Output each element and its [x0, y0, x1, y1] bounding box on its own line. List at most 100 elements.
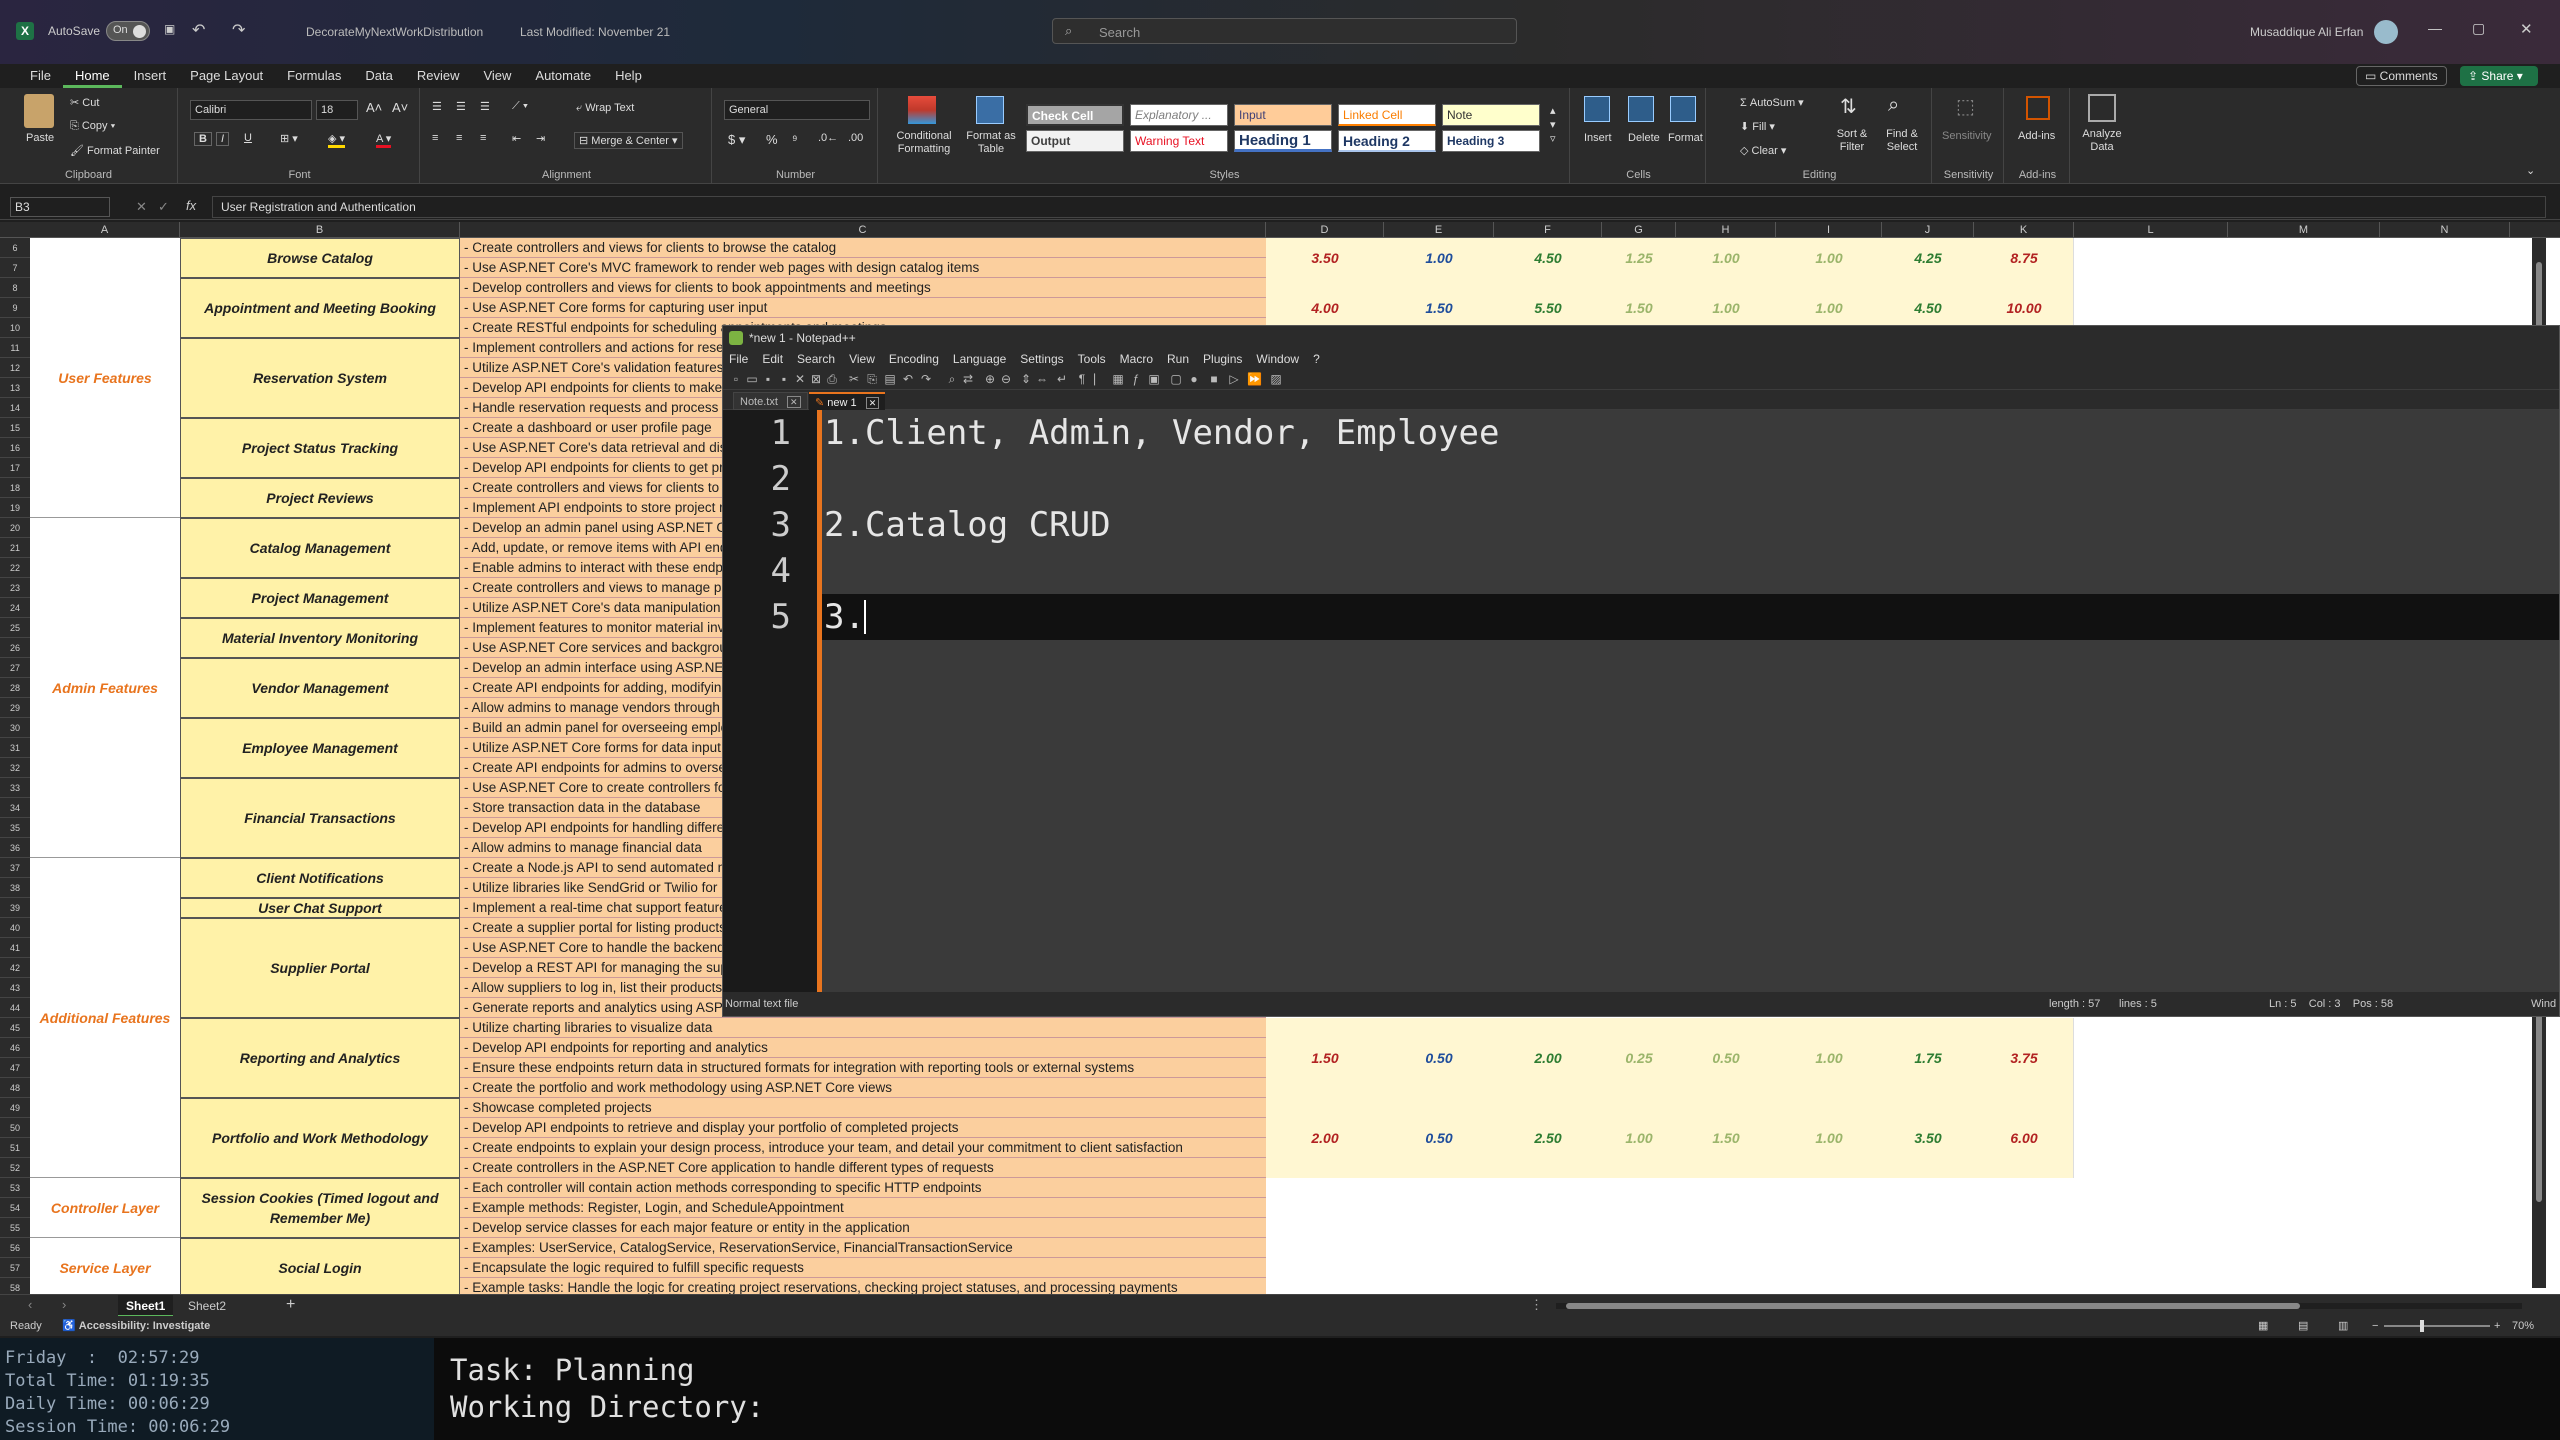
close-tab-icon[interactable]: ✕ [786, 396, 801, 408]
category-cell[interactable]: Admin Features [30, 518, 180, 858]
close-all-icon[interactable]: ⊠ [809, 372, 823, 386]
description-cell[interactable]: - Create controllers in the ASP.NET Core… [460, 1158, 1266, 1178]
find-select-icon[interactable]: ⌕ [1888, 94, 1899, 117]
redo-icon[interactable]: ↷ [232, 20, 245, 40]
autosum-button[interactable]: Σ AutoSum ▾ [1740, 96, 1804, 109]
description-cell[interactable]: - Ensure these endpoints return data in … [460, 1058, 1266, 1078]
formula-cancel-icon[interactable]: ✕ [136, 199, 147, 215]
category-cell[interactable]: Additional Features [30, 858, 180, 1178]
addins-button[interactable]: Add-ins [2018, 130, 2055, 142]
number-cell[interactable]: 0.50 [1676, 1048, 1776, 1068]
row-header[interactable]: 16 [0, 438, 30, 458]
conditional-formatting-icon[interactable] [908, 96, 936, 124]
feature-cell[interactable]: Material Inventory Monitoring [180, 618, 460, 658]
sensitivity-icon[interactable]: ⬚ [1956, 94, 1975, 119]
tab-page-layout[interactable]: Page Layout [178, 64, 275, 88]
font-size-select[interactable]: 18 [316, 100, 358, 120]
row-header[interactable]: 15 [0, 418, 30, 438]
tab-new-1[interactable]: ✎ new 1 ✕ [809, 392, 886, 410]
search-box[interactable]: ⌕ Search [1052, 18, 1517, 44]
orientation-icon[interactable]: ⟋ ▾ [512, 100, 528, 113]
number-cell[interactable]: 0.25 [1602, 1048, 1676, 1068]
row-header[interactable]: 45 [0, 1018, 30, 1038]
monitor-icon[interactable]: ▢ [1169, 372, 1183, 386]
user-name[interactable]: Musaddique Ali Erfan [2250, 25, 2363, 39]
record-macro-icon[interactable]: ● [1187, 372, 1201, 386]
comments-button[interactable]: ▭ Comments [2356, 66, 2447, 86]
row-header[interactable]: 23 [0, 578, 30, 598]
row-header[interactable]: 18 [0, 478, 30, 498]
number-cell[interactable]: 4.25 [1882, 248, 1974, 268]
row-header[interactable]: 12 [0, 358, 30, 378]
page-layout-view-icon[interactable]: ▤ [2298, 1316, 2308, 1336]
analyze-data-icon[interactable] [2088, 94, 2116, 122]
sheet-prev-icon[interactable]: ‹ [28, 1297, 32, 1312]
avatar[interactable] [2374, 20, 2398, 44]
save-icon[interactable]: ▪ [761, 372, 775, 386]
doc-map-icon[interactable]: ▦ [1111, 372, 1125, 386]
row-header[interactable]: 26 [0, 638, 30, 658]
row-header[interactable]: 33 [0, 778, 30, 798]
maximize-icon[interactable]: ▢ [2472, 20, 2485, 37]
feature-cell[interactable]: Reporting and Analytics [180, 1018, 460, 1098]
run-macro-icon[interactable]: ⏩ [1247, 372, 1262, 386]
description-cell[interactable]: - Encapsulate the logic required to fulf… [460, 1258, 1266, 1278]
tab-review[interactable]: Review [405, 64, 472, 88]
format-table-icon[interactable] [976, 96, 1004, 124]
number-format-select[interactable]: General [724, 100, 870, 120]
font-name-select[interactable]: Calibri [190, 100, 312, 120]
notepad-menu-item[interactable]: File [729, 350, 748, 368]
save-macro-icon[interactable]: ▨ [1269, 372, 1283, 386]
row-header[interactable]: 27 [0, 658, 30, 678]
row-header[interactable]: 13 [0, 378, 30, 398]
feature-cell[interactable]: Project Reviews [180, 478, 460, 518]
notepad-menu-item[interactable]: Plugins [1203, 350, 1242, 368]
description-cell[interactable]: - Each controller will contain action me… [460, 1178, 1266, 1198]
text-editor[interactable]: 1.Client, Admin, Vendor, Employee 2.Catal… [822, 410, 2559, 994]
row-header[interactable]: 25 [0, 618, 30, 638]
category-cell[interactable]: Controller Layer [30, 1178, 180, 1238]
number-cell[interactable]: 1.00 [1676, 248, 1776, 268]
description-cell[interactable]: - Use ASP.NET Core's MVC framework to re… [460, 258, 1266, 278]
feature-cell[interactable]: Portfolio and Work Methodology [180, 1098, 460, 1178]
feature-cell[interactable]: Appointment and Meeting Booking [180, 278, 460, 338]
description-cell[interactable]: - Create controllers and views for clien… [460, 238, 1266, 258]
style-heading-1[interactable]: Heading 1 [1234, 130, 1332, 152]
column-header[interactable]: A [30, 222, 180, 238]
print-icon[interactable]: ⎙ [825, 372, 839, 386]
style-check-cell[interactable]: Check Cell [1026, 104, 1124, 126]
formula-enter-icon[interactable]: ✓ [158, 199, 169, 215]
zoom-level[interactable]: 70% [2512, 1316, 2534, 1336]
row-header[interactable]: 6 [0, 238, 30, 258]
style-output[interactable]: Output [1026, 130, 1124, 152]
show-all-icon[interactable]: ¶ [1075, 372, 1089, 386]
feature-cell[interactable]: Supplier Portal [180, 918, 460, 1018]
number-cell[interactable]: 0.50 [1384, 1128, 1494, 1148]
number-cell[interactable]: 2.50 [1494, 1128, 1602, 1148]
style-warning-text[interactable]: Warning Text [1130, 130, 1228, 152]
align-left-icon[interactable]: ≡ [432, 132, 438, 144]
number-cell[interactable]: 4.50 [1494, 248, 1602, 268]
tab-automate[interactable]: Automate [523, 64, 603, 88]
description-cell[interactable]: - Example methods: Register, Login, and … [460, 1198, 1266, 1218]
close-tab-icon[interactable]: ✕ [865, 397, 880, 409]
insert-cells-icon[interactable] [1584, 96, 1610, 122]
align-middle-icon[interactable]: ☰ [456, 100, 466, 113]
number-cell[interactable]: 1.00 [1384, 248, 1494, 268]
currency-icon[interactable]: $ ▾ [728, 132, 745, 148]
tab-home[interactable]: Home [62, 64, 122, 88]
sync-h-icon[interactable]: ⇔ [1035, 372, 1049, 386]
notepad-menu-item[interactable]: Tools [1078, 350, 1106, 368]
tab-view[interactable]: View [471, 64, 523, 88]
undo-icon[interactable]: ↶ [192, 20, 205, 40]
zoom-in-icon[interactable]: + [2494, 1316, 2500, 1336]
column-header[interactable]: M [2228, 222, 2380, 238]
borders-icon[interactable]: ⊞ ▾ [280, 132, 298, 145]
copy-icon[interactable]: ⎘ [865, 372, 879, 386]
column-header[interactable]: K [1974, 222, 2074, 238]
align-center-icon[interactable]: ≡ [456, 132, 462, 144]
horizontal-scroll-thumb[interactable] [1566, 1303, 2300, 1309]
sensitivity-button[interactable]: Sensitivity [1942, 130, 1992, 142]
number-cell[interactable]: 1.00 [1776, 1048, 1882, 1068]
row-header[interactable]: 11 [0, 338, 30, 358]
